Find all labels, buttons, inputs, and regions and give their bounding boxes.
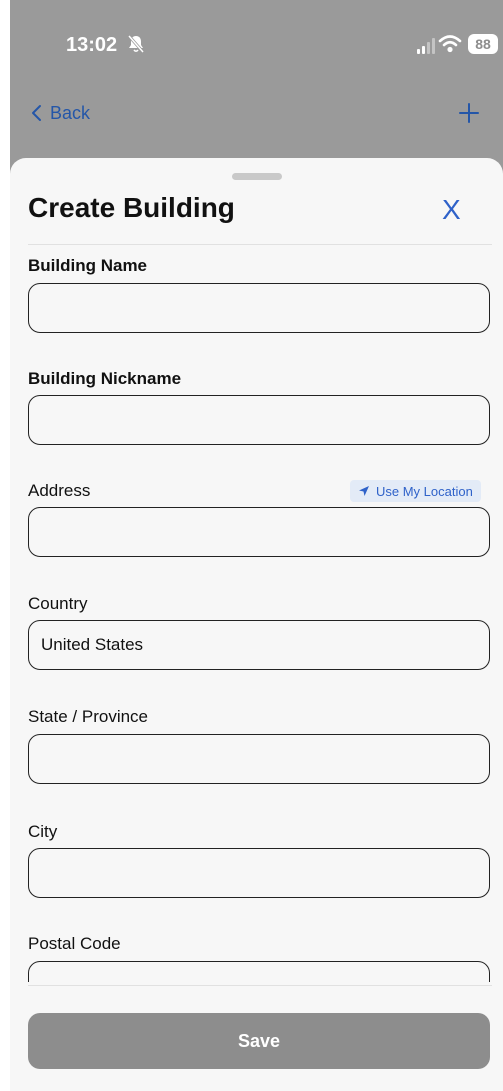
postal-code-label: Postal Code (28, 934, 121, 953)
postal-code-input[interactable] (28, 961, 490, 982)
chevron-left-icon (32, 105, 41, 121)
country-label: Country (28, 594, 88, 613)
building-name-label: Building Name (28, 256, 148, 275)
location-arrow-icon (359, 486, 369, 496)
battery-indicator: 88 (468, 34, 498, 54)
state-province-label: State / Province (28, 707, 149, 726)
use-my-location-label: Use My Location (376, 483, 473, 499)
form-scroll-area[interactable]: Building Name Building Nickname Address … (10, 158, 503, 982)
create-building-sheet: Create Building X Building Name Building… (10, 158, 503, 1091)
building-nickname-input[interactable] (28, 395, 490, 445)
back-label: Back (50, 102, 91, 123)
signal-icon (417, 38, 435, 54)
city-input[interactable] (28, 848, 490, 898)
wifi-icon (438, 35, 462, 53)
city-label: City (28, 822, 58, 841)
building-name-input[interactable] (28, 283, 490, 333)
back-button[interactable]: Back (30, 102, 90, 124)
status-bar: 13:02 88 (10, 0, 503, 90)
footer-divider (28, 985, 492, 986)
use-my-location-button[interactable]: Use My Location (350, 480, 481, 502)
battery-level: 88 (475, 36, 491, 52)
address-input[interactable] (28, 507, 490, 557)
plus-icon[interactable] (456, 100, 482, 126)
left-margin (0, 0, 10, 1091)
address-label: Address (28, 481, 91, 500)
bell-off-icon (127, 35, 145, 53)
status-time: 13:02 (66, 34, 118, 56)
building-nickname-label: Building Nickname (28, 369, 182, 388)
country-input[interactable]: United States (28, 620, 490, 670)
state-province-input[interactable] (28, 734, 490, 784)
save-button[interactable]: Save (28, 1013, 490, 1069)
phone-screen: 13:02 88 Back Create Building X Building… (10, 0, 503, 1091)
